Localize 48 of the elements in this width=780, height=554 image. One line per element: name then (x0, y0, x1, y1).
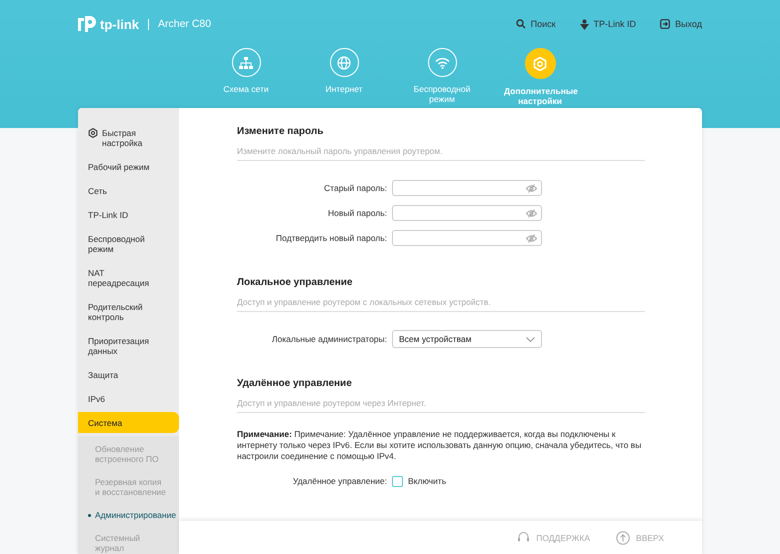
search-link[interactable]: Поиск (516, 18, 556, 30)
field-label: Подтвердить новый пароль: (274, 233, 387, 243)
section-title: Локальное управление (237, 277, 354, 288)
field-label: Старый пароль: (323, 183, 387, 193)
hidden-eye-icon[interactable] (526, 208, 537, 218)
password-field[interactable] (392, 180, 542, 196)
field-label: Новый пароль: (327, 208, 387, 218)
sidebar-item[interactable]: Система (78, 412, 179, 433)
sidebar-item[interactable]: NAT переадресация (78, 262, 179, 293)
logout-link[interactable]: Выход (660, 18, 702, 30)
field-label: Локальные администраторы: (270, 334, 387, 344)
section-description: Доступ и управление роутером с локальных сетевых устройств. (237, 288, 645, 312)
sidebar-item[interactable]: Защита (78, 364, 179, 385)
password-field[interactable] (392, 230, 542, 246)
gear-icon (533, 56, 547, 70)
sidebar-item[interactable]: Беспроводной режим (78, 228, 179, 259)
sidebar-item[interactable]: IPv6 (78, 388, 179, 409)
note-text: Примечание: Примечание: Удалённое управление не поддерживается, когда вы подключены к интернету только через IPv6. Если вы хотите использовать данную опцию, сначала убедитесь, что вы настроили соединение с помощью IPv4. (237, 429, 642, 462)
sidebar-item[interactable]: Приоритезация данных (78, 330, 179, 361)
brand-name: tp-link (100, 16, 139, 32)
field-label: Удалённое управление: (292, 476, 387, 486)
section-title: Измените пароль (237, 126, 324, 137)
globe-icon (337, 56, 351, 70)
search-icon (516, 19, 526, 29)
person-icon (580, 18, 589, 30)
checkbox-option[interactable]: Включить (392, 476, 446, 486)
logout-icon (660, 19, 670, 29)
wifi-icon (434, 56, 450, 68)
hidden-eye-icon[interactable] (526, 234, 537, 242)
sidebar-subitem[interactable]: Администрирование (78, 505, 179, 525)
account-link[interactable]: TP-Link ID (580, 18, 636, 30)
section-title: Удалённое управление (237, 378, 353, 389)
sidebar-item[interactable]: Рабочий режим (78, 156, 179, 177)
sidebar-item[interactable]: TP-Link ID (78, 204, 179, 225)
headset-icon (517, 531, 530, 544)
sidebar-item[interactable]: Быстрая настройка (78, 122, 179, 153)
section-description: Доступ и управление роутером через Интернет. (237, 389, 645, 413)
chevron-down-icon (526, 336, 535, 342)
sidebar-item[interactable]: Сеть (78, 180, 179, 201)
model-name: Archer C80 (158, 18, 212, 30)
sidebar-item[interactable]: Родительский контроль (78, 296, 179, 327)
logo-icon (78, 16, 96, 32)
dropdown[interactable]: Всем устройствам (392, 330, 542, 348)
hidden-eye-icon[interactable] (526, 184, 537, 192)
password-field[interactable] (392, 205, 542, 221)
network-icon (239, 56, 253, 68)
gear-icon (88, 128, 98, 138)
section-description: Измените локальный пароль управления роутером. (237, 137, 645, 161)
